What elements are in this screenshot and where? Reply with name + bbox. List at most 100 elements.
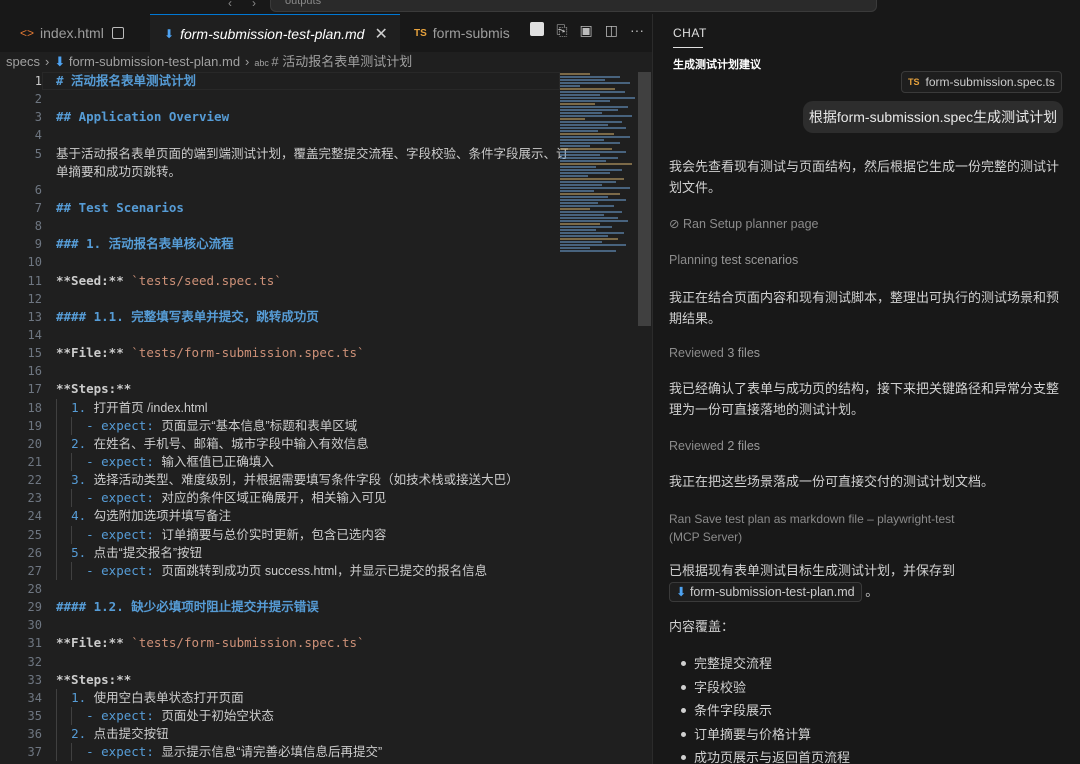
split-editor-icon[interactable]: ◫ (605, 22, 618, 39)
code-line: 2. 点击提交按钮 (56, 725, 561, 744)
title-bar: ‹ › outputs (0, 0, 1080, 14)
line-number: 31 (27, 636, 42, 651)
user-message: 根据form-submission.spec生成测试计划 (803, 101, 1063, 133)
code-line: - expect: 页面跳转到成功页 success.html，并显示已提交的报… (56, 561, 561, 580)
line-number: 19 (27, 418, 42, 433)
code-line: ## Test Scenarios (56, 199, 184, 215)
assistant-message: 已根据现有表单测试目标生成测试计划，并保存到 ⬇ form-submission… (669, 561, 1064, 602)
tab-label: form-submission-test-plan.md (180, 25, 365, 42)
tab-index-html[interactable]: <> index.html (0, 14, 150, 52)
file-link[interactable]: ⬇ form-submission-test-plan.md (669, 581, 862, 602)
tool-call[interactable]: Ran Save test plan as markdown file – pl… (669, 510, 969, 546)
line-number: 9 (34, 237, 42, 252)
list-item: 订单摘要与价格计算 (669, 723, 850, 747)
line-number: 29 (27, 600, 42, 615)
line-number: 1 (34, 74, 42, 88)
code-line: - expect: 订单摘要与总价实时更新，包含已选内容 (56, 525, 561, 544)
typescript-icon: TS (908, 77, 920, 87)
editor-actions: ⎘ ▣ ◫ ··· (530, 22, 644, 39)
tab-label: index.html (40, 25, 104, 41)
code-line: ### 1. 活动报名表单核心流程 (56, 236, 234, 252)
code-line: 2. 在姓名、手机号、邮箱、城市字段中输入有效信息 (56, 434, 561, 453)
line-number: 21 (27, 454, 42, 469)
line-number: 35 (27, 708, 42, 723)
tab-test-plan-md[interactable]: ⬇ form-submission-test-plan.md ✕ (150, 14, 400, 52)
code-line: 5. 点击“提交报名”按钮 (56, 543, 561, 562)
markdown-icon: ⬇ (54, 54, 69, 69)
command-center-search[interactable]: outputs (270, 0, 877, 12)
code-line: **File:** `tests/form-submission.spec.ts… (56, 345, 365, 361)
reviewed-status[interactable]: Reviewed 2 files (669, 439, 760, 453)
code-line: 1. 打开首页 /index.html (56, 398, 561, 417)
line-number: 18 (27, 400, 42, 415)
line-number: 15 (27, 346, 42, 361)
line-number: 2 (34, 92, 42, 107)
preview-icon (111, 27, 124, 39)
line-number: 34 (27, 690, 42, 705)
chat-title: 生成测试计划建议 (673, 59, 761, 71)
line-number-gutter: 1 2 3 4 5 6 7 8 9 10 11 12 13 14 15 16 17 18 19 20 21 22 23 24 2… (0, 72, 42, 761)
list-item: 条件字段展示 (669, 699, 850, 723)
minimap[interactable] (560, 72, 638, 332)
code-line: - expect: 对应的条件区域正确展开，相关输入可见 (56, 489, 561, 508)
line-number: 22 (27, 473, 42, 488)
line-number: 17 (27, 382, 42, 397)
attached-file-chip[interactable]: TS form-submission.spec.ts (901, 71, 1062, 93)
forward-icon[interactable]: › (252, 0, 256, 10)
code-content[interactable]: # 活动报名表单测试计划 ## Application Overview 基于活… (56, 72, 569, 762)
active-tab-indicator (673, 47, 703, 48)
code-line: - expect: 输入框值已正确填入 (56, 452, 561, 472)
attached-file-name: form-submission.spec.ts (925, 75, 1055, 89)
line-number: 7 (34, 200, 42, 215)
breadcrumb: specs › ⬇ form-submission-test-plan.md › abc… (0, 52, 652, 72)
reviewed-status[interactable]: Reviewed 3 files (669, 346, 760, 360)
ran-icon: ⊘ (669, 217, 680, 231)
line-number: 4 (34, 128, 42, 143)
assistant-message: 我正在把这些场景落成一份可直接交付的测试计划文档。 (669, 474, 995, 489)
tab-label: form-submis (432, 25, 510, 41)
more-actions-icon[interactable]: ··· (630, 22, 644, 39)
line-number: 26 (27, 545, 42, 560)
editor-tab-bar: <> index.html ⬇ form-submission-test-pla… (0, 14, 652, 53)
breadcrumb-symbol[interactable]: # 活动报名表单测试计划 (271, 54, 412, 69)
chevron-right-icon: › (245, 54, 250, 69)
breadcrumb-folder[interactable]: specs (6, 54, 40, 69)
markdown-editor[interactable]: 1 2 3 4 5 6 7 8 9 10 11 12 13 14 15 16 17 18 19 20 21 22 23 24 2… (0, 72, 652, 764)
code-line: **Seed:** `tests/seed.spec.ts` (56, 272, 282, 288)
breadcrumb-file[interactable]: form-submission-test-plan.md (69, 54, 240, 69)
code-line: #### 1.1. 完整填写表单并提交，跳转成功页 (56, 308, 319, 324)
compare-icon[interactable]: ⎘ (556, 22, 567, 39)
line-number: 14 (27, 327, 42, 342)
line-number: 8 (34, 219, 42, 234)
line-number: 5 (34, 146, 42, 161)
code-line: - expect: 页面处于初始空状态 (56, 706, 561, 726)
code-line: 4. 勾选附加选项并填写备注 (56, 507, 561, 526)
typescript-icon: TS (414, 27, 427, 39)
line-number: 36 (27, 727, 42, 742)
line-number: 28 (27, 581, 42, 596)
code-line: - expect: 显示提示信息“请完善必填信息后再提交” (56, 743, 561, 762)
scrollbar-thumb[interactable] (638, 72, 651, 326)
code-line: ## Application Overview (56, 109, 230, 125)
open-preview-icon[interactable] (530, 22, 545, 36)
code-line: # 活动报名表单测试计划 (56, 73, 197, 88)
line-number: 6 (34, 182, 42, 197)
assistant-message: 我已经确认了表单与成功页的结构，接下来把关键路径和异常分支整理为一份可直接落地的… (669, 381, 1060, 417)
code-line: **Steps:** (56, 381, 132, 397)
line-number: 11 (27, 273, 42, 288)
line-number: 32 (27, 654, 42, 669)
line-number: 30 (27, 618, 42, 633)
chat-header[interactable]: CHAT (673, 26, 707, 40)
line-number: 23 (27, 491, 42, 506)
close-icon[interactable]: ✕ (374, 24, 387, 44)
back-icon[interactable]: ‹ (228, 0, 232, 10)
line-number: 13 (27, 309, 42, 324)
coverage-label: 内容覆盖： (669, 619, 735, 634)
code-line: **File:** `tests/form-submission.spec.ts… (56, 635, 365, 651)
timeline-icon[interactable]: ▣ (580, 22, 593, 39)
line-number: 33 (27, 672, 42, 687)
line-number: 25 (27, 527, 42, 542)
line-number: 16 (27, 364, 42, 379)
progress-status: Planning test scenarios (669, 253, 799, 267)
tab-form-submission-ts[interactable]: TS form-submis (400, 14, 515, 52)
